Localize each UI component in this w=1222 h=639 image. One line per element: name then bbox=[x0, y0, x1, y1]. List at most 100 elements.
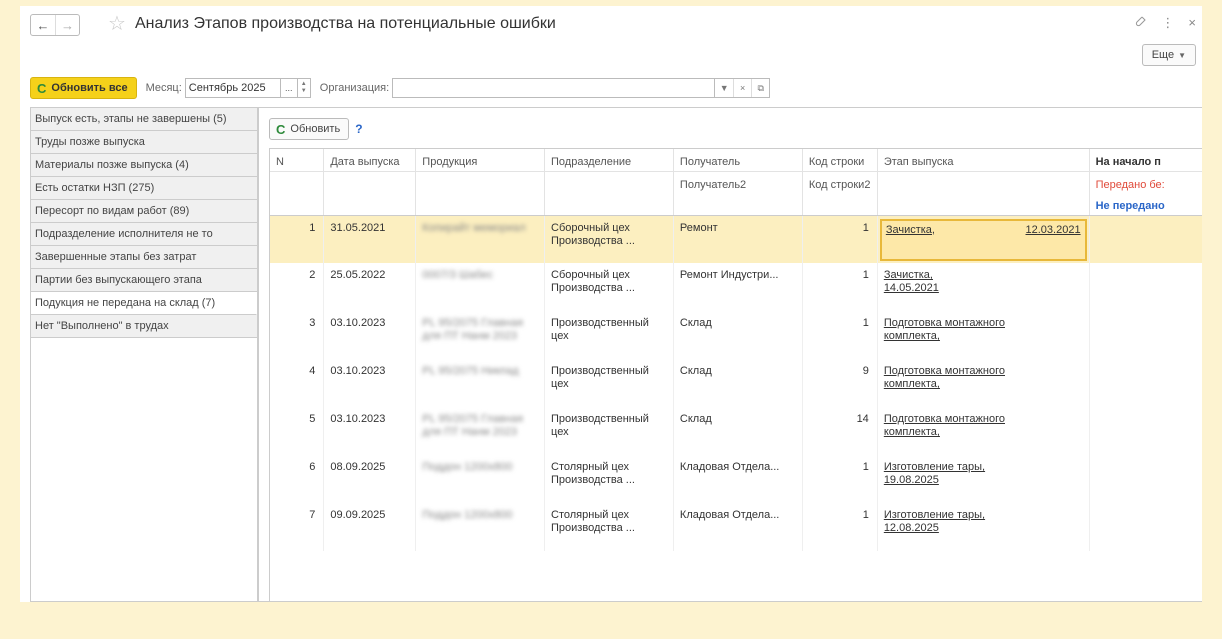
column-header-recipient[interactable]: Получатель bbox=[672, 149, 803, 171]
menu-icon[interactable]: ⋮ bbox=[1161, 15, 1174, 31]
column-header-division[interactable]: Подразделение bbox=[544, 149, 674, 171]
cell-code: 1 bbox=[801, 455, 878, 503]
cell-start bbox=[1088, 503, 1202, 551]
results-toolbar: C Обновить ? bbox=[269, 118, 363, 140]
column-header-stage[interactable]: Этап выпуска bbox=[876, 149, 1090, 171]
table-row[interactable]: 5 03.10.2023 PL 95/2075 Главная для ПТ Н… bbox=[270, 407, 1202, 455]
cell-date: 08.09.2025 bbox=[323, 455, 416, 503]
product-value: Поддон 1200х800 bbox=[422, 509, 513, 521]
product-value: 0007/3 Шабес bbox=[422, 269, 493, 281]
cell-date: 09.09.2025 bbox=[323, 503, 416, 551]
stage-link[interactable]: Изготовление тары, 12.08.2025 bbox=[884, 509, 1014, 535]
cell-division: Производственный цех bbox=[544, 359, 674, 407]
tab-wrong-executor-division[interactable]: Подразделение исполнителя не то bbox=[31, 223, 257, 246]
refresh-all-button[interactable]: C Обновить все bbox=[30, 77, 137, 99]
cell-recipient: Кладовая Отдела... bbox=[672, 455, 803, 503]
cell-date: 03.10.2023 bbox=[323, 359, 416, 407]
favorite-star-icon[interactable]: ☆ bbox=[108, 13, 126, 35]
open-icon[interactable]: ⧉ bbox=[751, 79, 769, 97]
stage-link[interactable]: Подготовка монтажного комплекта, bbox=[884, 317, 1034, 343]
month-field[interactable]: Сентябрь 2025 bbox=[184, 78, 281, 98]
clear-icon[interactable]: × bbox=[733, 79, 751, 97]
back-arrow-icon[interactable]: ← bbox=[31, 15, 55, 35]
refresh-label: Обновить bbox=[290, 123, 341, 135]
close-icon[interactable]: × bbox=[1188, 15, 1196, 31]
table-row[interactable]: 3 03.10.2023 PL 95/2075 Главная для ПТ Н… bbox=[270, 311, 1202, 359]
cell-n: 6 bbox=[309, 461, 316, 473]
column-header-blank bbox=[544, 170, 674, 193]
cell-product: Поддон 1200х800 bbox=[415, 455, 545, 503]
stage-link[interactable]: Зачистка, bbox=[886, 224, 935, 256]
column-header-blank bbox=[323, 170, 416, 193]
cell-date: 25.05.2022 bbox=[323, 263, 416, 311]
column-header-product[interactable]: Продукция bbox=[415, 149, 545, 171]
column-header-blank bbox=[672, 193, 803, 216]
cell-division: Сборочный цех Производства ... bbox=[544, 215, 674, 263]
check-list-panel: Выпуск есть, этапы не завершены (5) Труд… bbox=[30, 107, 258, 602]
current-cell[interactable]: Зачистка, 12.03.2021 bbox=[879, 218, 1087, 261]
month-select-button[interactable]: ... bbox=[280, 78, 298, 98]
product-value: PL 95/2075 Никпад bbox=[422, 365, 519, 377]
product-value: Поддон 1200х800 bbox=[422, 461, 513, 473]
column-header-blank bbox=[270, 170, 324, 193]
refresh-button[interactable]: C Обновить bbox=[269, 118, 350, 140]
column-header-blank bbox=[270, 193, 324, 216]
column-header-recipient2[interactable]: Получатель2 bbox=[672, 170, 803, 193]
stage-link[interactable]: Подготовка монтажного комплекта, bbox=[884, 365, 1034, 391]
stage-link[interactable]: Подготовка монтажного комплекта, bbox=[884, 413, 1034, 439]
month-stepper[interactable]: ▲ ▼ bbox=[297, 78, 311, 98]
cell-recipient: Склад bbox=[672, 359, 803, 407]
title-bar: ← → ☆ Анализ Этапов производства на поте… bbox=[20, 6, 1202, 66]
tab-products-not-transferred[interactable]: Подукция не передана на склад (7) bbox=[31, 292, 257, 315]
tab-work-type-regrading[interactable]: Пересорт по видам работ (89) bbox=[31, 200, 257, 223]
product-value: Копирайт мемориал bbox=[422, 221, 526, 234]
table-row[interactable]: 6 08.09.2025 Поддон 1200х800 Столярный ц… bbox=[270, 455, 1202, 503]
forward-arrow-icon[interactable]: → bbox=[55, 15, 79, 35]
table-row[interactable]: 1 31.05.2021 Копирайт мемориал Сборочный… bbox=[270, 215, 1202, 263]
cell-stage: Подготовка монтажного комплекта, bbox=[876, 311, 1090, 359]
cell-division: Производственный цех bbox=[544, 407, 674, 455]
more-label: Еще bbox=[1151, 49, 1175, 61]
column-header-date[interactable]: Дата выпуска bbox=[323, 149, 416, 171]
more-button[interactable]: Еще ▼ bbox=[1141, 44, 1196, 66]
cell-n: 3 bbox=[309, 317, 316, 329]
column-header-n[interactable]: N bbox=[270, 149, 324, 171]
organization-field[interactable] bbox=[392, 78, 716, 98]
table-row[interactable]: 4 03.10.2023 PL 95/2075 Никпад Производс… bbox=[270, 359, 1202, 407]
tab-released-stages-not-completed[interactable]: Выпуск есть, этапы не завершены (5) bbox=[31, 108, 257, 131]
tab-no-completed-in-labor[interactable]: Нет "Выполнено" в трудах bbox=[31, 315, 257, 338]
column-header-start[interactable]: На начало п bbox=[1088, 149, 1202, 171]
cell-stage: Подготовка монтажного комплекта, bbox=[876, 359, 1090, 407]
stage-link[interactable]: Изготовление тары, 19.08.2025 bbox=[884, 461, 1014, 487]
cell-product: 0007/3 Шабес bbox=[415, 263, 545, 311]
cell-start bbox=[1088, 215, 1202, 263]
tab-labor-after-release[interactable]: Труды позже выпуска bbox=[31, 131, 257, 154]
results-table[interactable]: N Дата выпуска Продукция Подразделение П… bbox=[269, 148, 1202, 602]
column-header-start-transferred[interactable]: Передано бе: bbox=[1088, 170, 1202, 193]
cell-date: 03.10.2023 bbox=[323, 311, 416, 359]
column-header-blank bbox=[415, 170, 545, 193]
cell-code: 1 bbox=[801, 263, 878, 311]
tab-batches-no-release-stage[interactable]: Партии без выпускающего этапа bbox=[31, 269, 257, 292]
tab-completed-stages-no-costs[interactable]: Завершенные этапы без затрат bbox=[31, 246, 257, 269]
nav-buttons: ← → bbox=[30, 14, 80, 36]
help-icon[interactable]: ? bbox=[355, 122, 362, 136]
cell-product: PL 95/2075 Главная для ПТ Нанм 2023 bbox=[415, 407, 545, 455]
column-header-code2[interactable]: Код строки2 bbox=[801, 170, 878, 193]
column-header-blank bbox=[876, 193, 1090, 216]
column-header-code[interactable]: Код строки bbox=[801, 149, 878, 171]
cell-recipient: Ремонт Индустри... bbox=[672, 263, 803, 311]
stage-link[interactable]: Зачистка, 14.05.2021 bbox=[884, 269, 964, 295]
dropdown-icon[interactable]: ▼ bbox=[715, 79, 733, 97]
table-row[interactable]: 2 25.05.2022 0007/3 Шабес Сборочный цех … bbox=[270, 263, 1202, 311]
table-row[interactable]: 7 09.09.2025 Поддон 1200х800 Столярный ц… bbox=[270, 503, 1202, 551]
link-icon[interactable] bbox=[1135, 15, 1147, 31]
column-header-blank bbox=[876, 170, 1090, 193]
cell-stage[interactable]: Зачистка, 12.03.2021 bbox=[876, 215, 1090, 263]
tab-wip-balances[interactable]: Есть остатки НЗП (275) bbox=[31, 177, 257, 200]
tab-materials-after-release[interactable]: Материалы позже выпуска (4) bbox=[31, 154, 257, 177]
column-header-start-not-transferred[interactable]: Не передано bbox=[1088, 193, 1202, 216]
form-window: ← → ☆ Анализ Этапов производства на поте… bbox=[20, 6, 1202, 602]
cell-n: 4 bbox=[309, 365, 316, 377]
cell-recipient: Склад bbox=[672, 407, 803, 455]
